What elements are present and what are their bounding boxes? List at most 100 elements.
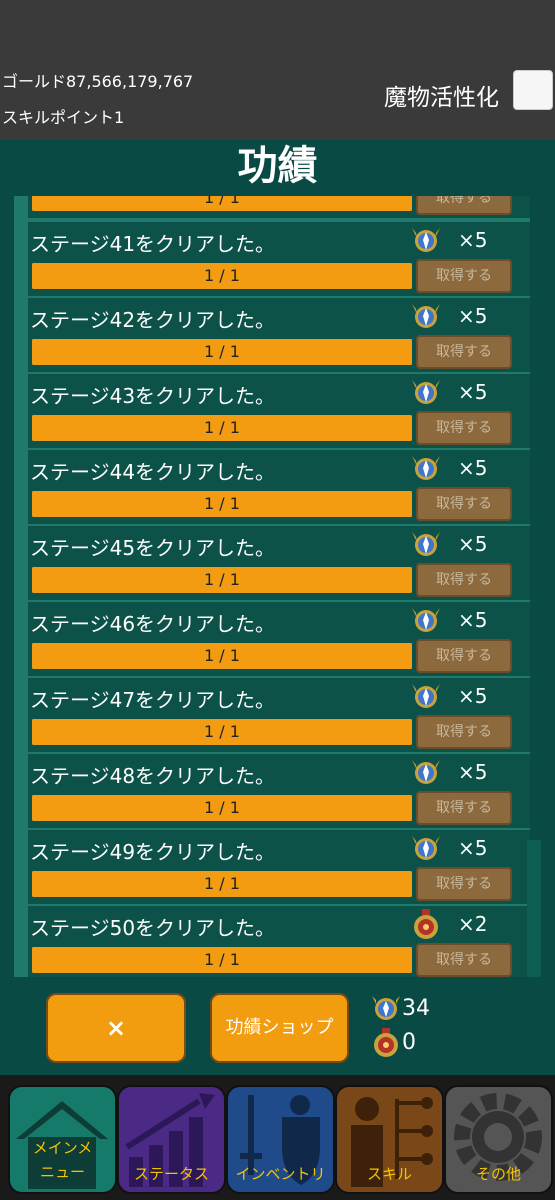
nav-status[interactable]: ステータス: [117, 1085, 226, 1194]
progress-bar: 1 / 1: [32, 871, 412, 897]
reward-multiplier: ×5: [458, 456, 488, 480]
status-area: [0, 0, 555, 58]
progress-bar: 1 / 1: [32, 196, 412, 211]
claim-button[interactable]: 取得する: [416, 196, 512, 215]
nav-other[interactable]: その他: [444, 1085, 553, 1194]
progress-text: 1 / 1: [204, 722, 240, 741]
progress-text: 1 / 1: [204, 950, 240, 969]
progress-text: 1 / 1: [204, 570, 240, 589]
blue-medal-icon: [412, 532, 440, 556]
reward-multiplier: ×5: [458, 608, 488, 632]
blue-medal-icon: [412, 836, 440, 860]
achievement-title: ステージ43をクリアした。: [30, 384, 276, 408]
achievement-title: ステージ45をクリアした。: [30, 536, 276, 560]
nav-inventory-label: インベントリ: [235, 1165, 326, 1183]
achievement-row: ステージ48をクリアした。 ×5 1 / 1 取得する: [28, 754, 530, 828]
blue-medal-icon: [412, 304, 440, 328]
claim-button[interactable]: 取得する: [416, 791, 512, 825]
claim-button[interactable]: 取得する: [416, 715, 512, 749]
bottom-nav: メインメ ニュー ステータス インベントリ スキル その他: [0, 1075, 555, 1200]
red-medal-count-text: 0: [402, 1030, 416, 1055]
achievement-row: ステージ41をクリアした。 ×5 1 / 1 取得する: [28, 222, 530, 296]
progress-text: 1 / 1: [204, 418, 240, 437]
progress-text: 1 / 1: [204, 266, 240, 285]
progress-bar: 1 / 1: [32, 491, 412, 517]
claim-button[interactable]: 取得する: [416, 487, 512, 521]
achievement-row: ステージ44をクリアした。 ×5 1 / 1 取得する: [28, 450, 530, 524]
close-button[interactable]: ×: [46, 993, 186, 1063]
reward-multiplier: ×5: [458, 532, 488, 556]
skill-point-label: スキルポイント1: [2, 108, 125, 127]
nav-other-label: その他: [475, 1165, 521, 1183]
achievement-list-inner: 1 / 1 取得する ステージ41をクリアした。 ×5 1 / 1 取得する ステージ4…: [14, 196, 530, 977]
progress-bar: 1 / 1: [32, 643, 412, 669]
progress-text: 1 / 1: [204, 798, 240, 817]
blue-medal-count: 34: [370, 994, 430, 1024]
progress-bar: 1 / 1: [32, 719, 412, 745]
progress-bar: 1 / 1: [32, 947, 412, 973]
blue-medal-icon: [412, 456, 440, 480]
achievement-shop-button[interactable]: 功績ショップ: [210, 993, 349, 1063]
achievement-list[interactable]: 1 / 1 取得する ステージ41をクリアした。 ×5 1 / 1 取得する ステージ4…: [14, 196, 530, 977]
achievement-title: ステージ46をクリアした。: [30, 612, 276, 636]
progress-bar: 1 / 1: [32, 263, 412, 289]
achievement-row-partial: 1 / 1 取得する: [28, 196, 530, 218]
nav-main-menu-label-line2: ニュー: [39, 1163, 85, 1181]
reward-multiplier: ×5: [458, 684, 488, 708]
progress-bar: 1 / 1: [32, 795, 412, 821]
reward-multiplier: ×5: [458, 380, 488, 404]
achievement-title: ステージ41をクリアした。: [30, 232, 276, 256]
progress-text: 1 / 1: [204, 494, 240, 513]
achievement-title: ステージ44をクリアした。: [30, 460, 276, 484]
claim-button[interactable]: 取得する: [416, 639, 512, 673]
achievement-row: ステージ42をクリアした。 ×5 1 / 1 取得する: [28, 298, 530, 372]
progress-text: 1 / 1: [204, 874, 240, 893]
blue-medal-icon: [412, 760, 440, 784]
nav-skill[interactable]: スキル: [335, 1085, 444, 1194]
progress-bar: 1 / 1: [32, 415, 412, 441]
nav-inventory[interactable]: インベントリ: [226, 1085, 335, 1194]
red-medal-count: 0: [370, 1028, 416, 1058]
blue-medal-icon: [412, 380, 440, 404]
claim-button[interactable]: 取得する: [416, 867, 512, 901]
claim-button[interactable]: 取得する: [416, 943, 512, 977]
panel-title: 功績: [237, 143, 318, 189]
reward-multiplier: ×5: [458, 228, 488, 252]
claim-button[interactable]: 取得する: [416, 411, 512, 445]
progress-bar: 1 / 1: [32, 339, 412, 365]
blue-medal-icon: [372, 996, 400, 1020]
blue-medal-count-text: 34: [402, 996, 430, 1021]
monster-toggle-label: 魔物活性化: [384, 85, 499, 111]
reward-multiplier: ×5: [458, 760, 488, 784]
gold-label: ゴールド87,566,179,767: [2, 72, 194, 91]
achievement-title: ステージ47をクリアした。: [30, 688, 276, 712]
nav-skill-label: スキル: [366, 1165, 412, 1183]
progress-bar: 1 / 1: [32, 567, 412, 593]
blue-medal-icon: [412, 684, 440, 708]
reward-multiplier: ×5: [458, 836, 488, 860]
blue-medal-icon: [412, 608, 440, 632]
achievement-row: ステージ47をクリアした。 ×5 1 / 1 取得する: [28, 678, 530, 752]
nav-main-menu-label-line1: メインメ: [32, 1139, 93, 1157]
reward-multiplier: ×5: [458, 304, 488, 328]
claim-button[interactable]: 取得する: [416, 259, 512, 293]
achievement-row: ステージ49をクリアした。 ×5 1 / 1 取得する: [28, 830, 530, 904]
reward-multiplier: ×2: [458, 912, 488, 936]
scrollbar-thumb[interactable]: [527, 840, 541, 977]
monster-toggle-checkbox[interactable]: [513, 70, 553, 110]
achievement-title: ステージ42をクリアした。: [30, 308, 276, 332]
achievement-row: ステージ45をクリアした。 ×5 1 / 1 取得する: [28, 526, 530, 600]
achievement-row: ステージ43をクリアした。 ×5 1 / 1 取得する: [28, 374, 530, 448]
achievement-row: ステージ46をクリアした。 ×5 1 / 1 取得する: [28, 602, 530, 676]
nav-main-menu[interactable]: メインメ ニュー: [8, 1085, 117, 1194]
achievement-title: ステージ50をクリアした。: [30, 916, 276, 940]
progress-text: 1 / 1: [204, 196, 240, 207]
red-medal-icon: [414, 909, 438, 939]
achievement-title: ステージ48をクリアした。: [30, 764, 276, 788]
nav-status-label: ステータス: [133, 1165, 209, 1183]
achievements-panel: 功績 1 / 1 取得する ステージ41をクリアした。 ×5 1 / 1 取得する ステ…: [0, 140, 555, 1075]
claim-button[interactable]: 取得する: [416, 563, 512, 597]
claim-button[interactable]: 取得する: [416, 335, 512, 369]
progress-text: 1 / 1: [204, 342, 240, 361]
blue-medal-icon: [412, 228, 440, 252]
